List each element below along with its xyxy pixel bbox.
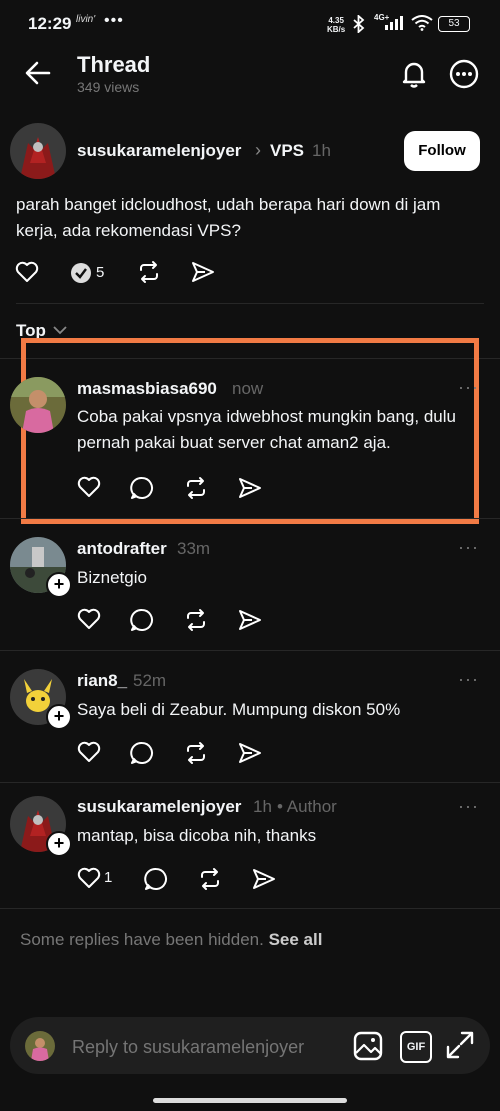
repost-icon[interactable]: [184, 608, 208, 632]
chevron-down-icon[interactable]: [53, 326, 67, 335]
reply-more-icon[interactable]: ···: [458, 796, 479, 817]
post-text: parah banget idcloudhost, udah berapa ha…: [16, 195, 441, 240]
view-count: 349 views: [77, 79, 140, 95]
follow-button[interactable]: Follow: [404, 131, 480, 171]
like-icon[interactable]: [15, 261, 39, 283]
author-tag: • Author: [277, 797, 337, 816]
repost-icon[interactable]: [198, 867, 222, 891]
comment-icon[interactable]: [144, 867, 168, 891]
follow-plus-icon[interactable]: +: [46, 704, 72, 730]
comment-icon[interactable]: [130, 476, 154, 500]
reply-more-icon[interactable]: ···: [458, 377, 479, 398]
share-icon[interactable]: [238, 477, 262, 499]
divider: [0, 908, 500, 909]
share-icon[interactable]: [191, 261, 215, 283]
battery-indicator: 53: [438, 16, 470, 32]
follow-plus-icon[interactable]: +: [46, 831, 72, 857]
reply-text: Coba pakai vpsnya idwebhost mungkin bang…: [77, 407, 456, 452]
expand-icon[interactable]: [446, 1031, 474, 1059]
image-icon[interactable]: [353, 1031, 383, 1061]
reply-text: Biznetgio: [77, 568, 147, 587]
reply-time: 52m: [133, 671, 167, 690]
speed-value: 4.35: [328, 16, 344, 25]
share-icon[interactable]: [238, 609, 262, 631]
reply-bar: GIF: [10, 1017, 490, 1074]
page-title: Thread: [77, 52, 151, 77]
reply-time: 1h: [253, 797, 272, 816]
post-time: 1h: [312, 141, 331, 160]
status-dots: •••: [104, 12, 124, 29]
post-reply-count: 5: [96, 264, 105, 281]
repost-icon[interactable]: [184, 476, 208, 500]
repost-icon[interactable]: [137, 260, 161, 284]
divider: [0, 650, 500, 651]
network-speed: 4.35 KB/s: [327, 16, 345, 34]
follow-plus-icon[interactable]: +: [46, 572, 72, 598]
reply-text: Saya beli di Zeabur. Mumpung diskon 50%: [77, 700, 401, 719]
repost-icon[interactable]: [184, 741, 208, 765]
wifi-icon: [411, 15, 433, 31]
reply-input[interactable]: [70, 1031, 344, 1063]
divider: [0, 782, 500, 783]
back-arrow-icon[interactable]: [25, 60, 51, 86]
status-bar: 12:29 livin' ••• 4.35 KB/s 4G+ 53: [0, 0, 500, 46]
reply-more-icon[interactable]: ···: [458, 537, 479, 558]
reply-username[interactable]: antodrafter: [77, 539, 167, 559]
chevron-right-icon: ›: [255, 140, 261, 160]
comment-icon[interactable]: [130, 608, 154, 632]
post-author-avatar[interactable]: [10, 123, 66, 179]
like-icon[interactable]: [77, 741, 101, 763]
like-icon[interactable]: [77, 867, 101, 889]
comment-icon[interactable]: [130, 741, 154, 765]
like-icon[interactable]: [77, 476, 101, 498]
signal-icon: [385, 16, 407, 30]
bell-icon[interactable]: [399, 59, 429, 89]
divider: [0, 518, 500, 519]
speed-unit: KB/s: [327, 25, 346, 34]
like-count: 1: [104, 869, 113, 886]
reply-username[interactable]: susukaramelenjoyer: [77, 797, 241, 817]
like-icon[interactable]: [77, 608, 101, 630]
reply-time: now: [232, 379, 264, 398]
reply-more-icon[interactable]: ···: [458, 669, 479, 690]
post-topic[interactable]: VPS: [270, 141, 304, 161]
hidden-replies-text: Some replies have been hidden.: [20, 930, 264, 949]
status-time: 12:29: [28, 14, 72, 33]
current-user-avatar: [25, 1031, 55, 1061]
reply-username[interactable]: masmasbiasa690: [77, 379, 217, 399]
bluetooth-icon: [352, 15, 366, 33]
post-username[interactable]: susukaramelenjoyer: [77, 141, 241, 161]
gif-button[interactable]: GIF: [400, 1031, 432, 1063]
share-icon[interactable]: [238, 742, 262, 764]
reply-avatar[interactable]: [10, 377, 66, 433]
see-all-link[interactable]: See all: [269, 930, 323, 949]
more-options-icon[interactable]: [449, 59, 479, 89]
replies-badge-icon[interactable]: [70, 262, 92, 284]
battery-level: 53: [448, 18, 460, 29]
divider: [16, 303, 484, 304]
hidden-replies-notice: Some replies have been hidden. See all: [20, 930, 322, 950]
home-indicator: [153, 1098, 347, 1103]
reply-text: mantap, bisa dicoba nih, thanks: [77, 826, 317, 845]
carrier-label: livin': [76, 14, 96, 25]
share-icon[interactable]: [252, 868, 276, 890]
reply-time: 33m: [177, 539, 211, 558]
reply-username[interactable]: rian8_: [77, 671, 127, 691]
